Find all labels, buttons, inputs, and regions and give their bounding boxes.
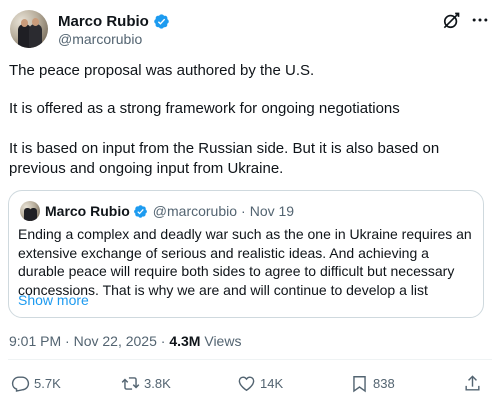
author-display-name[interactable]: Marco Rubio [58,13,149,30]
quoted-tweet-header: Marco Rubio @marcorubio · Nov 19 [45,203,294,219]
avatar-figure [30,208,37,221]
views-label: Views [204,333,242,349]
heart-icon [238,376,255,392]
share-button[interactable] [463,374,486,393]
share-icon [465,375,480,391]
repost-icon [121,377,140,390]
tweet-paragraph: The peace proposal was authored by the U… [9,62,315,79]
quoted-author-handle: @marcorubio [152,203,238,219]
views-count: 4.3M [169,333,201,349]
bookmark-count: 838 [373,376,395,391]
verified-badge-icon[interactable] [153,13,170,30]
like-button[interactable]: 14K [237,374,283,393]
like-count: 14K [260,376,284,391]
quoted-tweet-date[interactable]: Nov 19 [250,203,294,219]
divider [8,359,492,360]
show-more-link[interactable]: Show more [18,292,89,308]
tweet-meta: 9:01 PM · Nov 22, 2025 · 4.3M Views [9,333,242,349]
quoted-tweet-card[interactable]: Marco Rubio @marcorubio · Nov 19 Ending … [8,190,484,318]
quoted-author-avatar [20,201,40,221]
separator-dot: · [241,203,246,219]
repost-count: 3.8K [144,376,171,391]
more-icon[interactable] [470,10,490,30]
quoted-author-name: Marco Rubio [45,203,130,219]
grok-icon[interactable] [441,11,461,31]
tweet-date[interactable]: Nov 22, 2025 [74,333,157,349]
avatar-head [21,19,28,27]
avatar-figure [29,24,42,48]
reply-button[interactable]: 5.7K [11,374,61,393]
tweet-time[interactable]: 9:01 PM [9,333,61,349]
reply-count: 5.7K [34,376,61,391]
author-name-row: Marco Rubio [58,11,170,31]
tweet-paragraph: It is offered as a strong framework for … [9,100,400,117]
author-avatar[interactable] [10,10,48,48]
tweet-paragraph: It is based on input from the Russian si… [9,140,440,177]
bookmark-icon [353,376,366,393]
bookmark-button[interactable]: 838 [350,374,395,393]
quoted-tweet-text: Ending a complex and deadly war such as … [18,226,472,298]
avatar-head [32,18,39,26]
author-handle[interactable]: @marcorubio [58,31,142,47]
verified-badge-icon [133,204,147,218]
reply-icon [11,376,30,392]
repost-button[interactable]: 3.8K [121,374,171,393]
